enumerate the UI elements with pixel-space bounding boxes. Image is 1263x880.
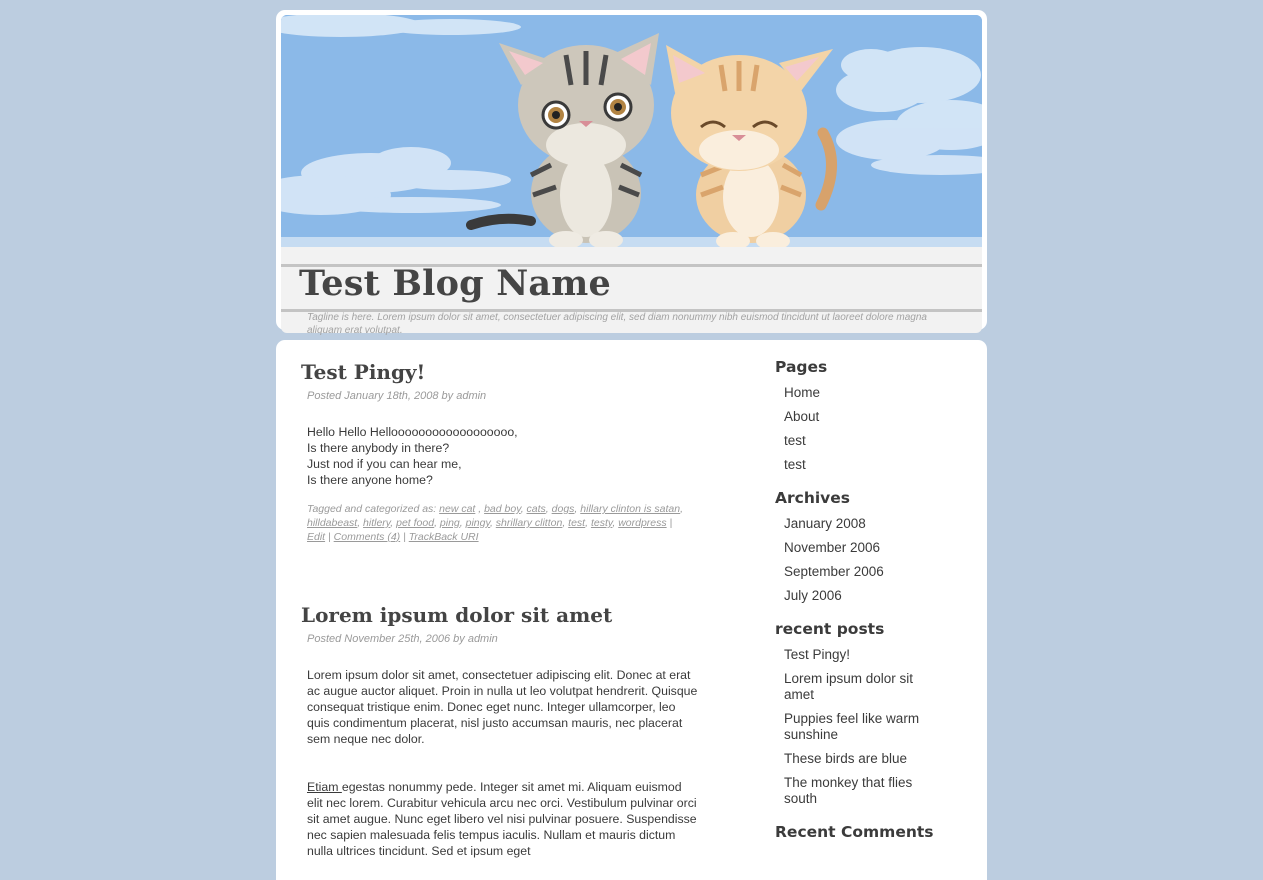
post-test-pingy: Test Pingy! Posted January 18th, 2008 by…: [301, 360, 701, 544]
post-body-line: Hello Hello Helloooooooooooooooooo,: [307, 425, 518, 439]
blog-title[interactable]: Test Blog Name: [299, 263, 611, 304]
tag-link[interactable]: wordpress: [618, 517, 666, 529]
tag-link[interactable]: hillary clinton is satan: [580, 503, 680, 515]
widget-heading: Recent Comments: [775, 823, 934, 841]
post-meta: Posted January 18th, 2008 by admin: [307, 390, 487, 402]
widget-recent-posts: recent posts Test Pingy! Lorem ipsum dol…: [775, 620, 955, 807]
recent-post-link[interactable]: These birds are blue: [784, 751, 907, 766]
archive-link[interactable]: January 2008: [784, 516, 866, 531]
tag-link[interactable]: dogs: [552, 503, 575, 515]
post-paragraph: Etiam egestas nonummy pede. Integer sit …: [307, 779, 699, 859]
sidebar: Pages Home About test test Archives Janu…: [775, 358, 955, 857]
post-meta: Posted November 25th, 2006 by admin: [307, 633, 498, 645]
edit-link[interactable]: Edit: [307, 531, 325, 543]
post-body-line: Is there anybody in there?: [307, 441, 450, 455]
sidebar-page-test[interactable]: test: [784, 457, 806, 472]
post-tags: Tagged and categorized as: new cat , bad…: [307, 503, 683, 543]
post-body-line: Is there anyone home?: [307, 473, 433, 487]
widget-heading: recent posts: [775, 620, 885, 638]
post-title[interactable]: Test Pingy!: [301, 360, 701, 384]
etiam-link[interactable]: Etiam: [307, 780, 342, 794]
widget-heading: Pages: [775, 358, 828, 376]
sidebar-page-home[interactable]: Home: [784, 385, 820, 400]
header-card: Test Blog Name Tagline is here. Lorem ip…: [276, 10, 987, 336]
widget-pages: Pages Home About test test: [775, 358, 955, 473]
widget-archives: Archives January 2008 November 2006 Sept…: [775, 489, 955, 604]
title-bar: Test Blog Name Tagline is here. Lorem ip…: [281, 247, 982, 336]
post-paragraph: Lorem ipsum dolor sit amet, consectetuer…: [307, 668, 698, 746]
post-title[interactable]: Lorem ipsum dolor sit amet: [301, 603, 701, 627]
recent-post-link[interactable]: Test Pingy!: [784, 647, 850, 662]
post-lorem-ipsum: Lorem ipsum dolor sit amet Posted Novemb…: [301, 603, 701, 877]
content-card: Test Pingy! Posted January 18th, 2008 by…: [276, 340, 987, 880]
post-body-line: Just nod if you can hear me,: [307, 457, 462, 471]
tag-link[interactable]: pingy: [466, 517, 490, 529]
tag-link[interactable]: hilldabeast: [307, 517, 357, 529]
tag-link[interactable]: shrillary clitton: [496, 517, 563, 529]
tag-link[interactable]: new cat: [439, 503, 475, 515]
sidebar-page-test[interactable]: test: [784, 433, 806, 448]
tag-link[interactable]: pet food: [396, 517, 434, 529]
widget-heading: Archives: [775, 489, 851, 507]
tag-link[interactable]: hitlery: [363, 517, 390, 529]
widget-recent-comments: Recent Comments: [775, 823, 955, 841]
tag-link[interactable]: cats: [527, 503, 546, 515]
recent-post-link[interactable]: The monkey that flies south: [784, 775, 912, 806]
post-paragraph-text: egestas nonummy pede. Integer sit amet m…: [307, 780, 697, 858]
recent-post-link[interactable]: Puppies feel like warm sunshine: [784, 711, 919, 742]
sidebar-page-about[interactable]: About: [784, 409, 819, 424]
post-body: Hello Hello Helloooooooooooooooooo, Is t…: [307, 424, 705, 488]
archive-link[interactable]: November 2006: [784, 540, 880, 555]
archive-link[interactable]: July 2006: [784, 588, 842, 603]
trackback-link[interactable]: TrackBack URI: [409, 531, 479, 543]
kittens-banner-image: [281, 15, 982, 247]
recent-post-link[interactable]: Lorem ipsum dolor sit amet: [784, 671, 913, 702]
tags-prefix: Tagged and categorized as:: [307, 503, 437, 515]
tag-link[interactable]: testy: [591, 517, 612, 529]
archive-link[interactable]: September 2006: [784, 564, 884, 579]
blog-tagline: Tagline is here. Lorem ipsum dolor sit a…: [307, 312, 927, 336]
tag-link[interactable]: ping: [440, 517, 460, 529]
post-body: Lorem ipsum dolor sit amet, consectetuer…: [307, 667, 699, 859]
tag-link[interactable]: bad boy: [484, 503, 521, 515]
comments-link[interactable]: Comments (4): [334, 531, 401, 543]
tag-link[interactable]: test: [568, 517, 585, 529]
